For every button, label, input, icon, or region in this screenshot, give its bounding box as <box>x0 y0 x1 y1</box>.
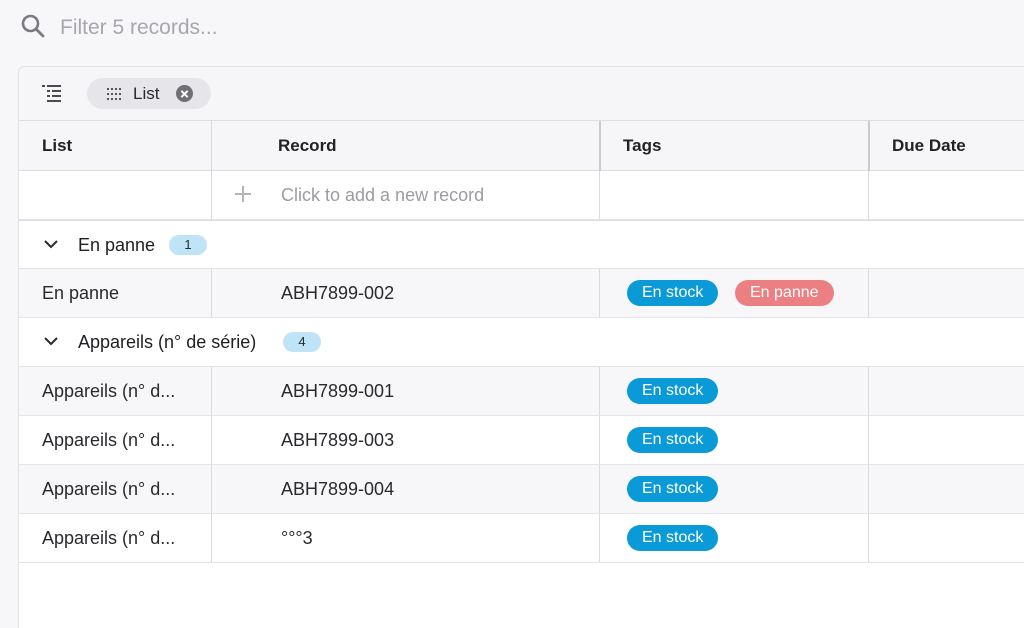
column-divider <box>599 416 600 464</box>
count-badge: 1 <box>169 235 207 255</box>
search-bar <box>0 0 1024 56</box>
column-divider <box>868 269 869 317</box>
chevron-down-icon[interactable] <box>43 238 59 250</box>
tag-en-stock[interactable]: En stock <box>627 280 719 306</box>
column-divider <box>868 465 869 513</box>
table-header: List Record Tags Due Date <box>19 121 1024 171</box>
outline-list-icon[interactable] <box>41 83 63 103</box>
column-divider <box>211 367 212 415</box>
column-divider <box>211 171 212 219</box>
tag-en-stock[interactable]: En stock <box>627 525 719 551</box>
count-badge: 4 <box>283 332 321 352</box>
column-divider <box>599 269 600 317</box>
group-header[interactable]: Appareils (n° de série) 4 <box>19 318 1024 367</box>
chevron-down-icon[interactable] <box>43 335 59 347</box>
plus-icon[interactable] <box>235 186 251 202</box>
cell-list[interactable]: Appareils (n° d... <box>42 367 207 415</box>
column-divider <box>868 367 869 415</box>
column-divider <box>868 416 869 464</box>
tag-en-stock[interactable]: En stock <box>627 378 719 404</box>
tag-en-stock[interactable]: En stock <box>627 476 719 502</box>
group-title: Appareils (n° de série) <box>78 332 257 352</box>
group-header[interactable]: En panne 1 <box>19 220 1024 269</box>
column-divider <box>868 121 870 171</box>
column-divider <box>599 171 600 219</box>
table-row[interactable]: Appareils (n° d... ABH7899-001 En stock <box>19 367 1024 416</box>
group-title: En panne <box>78 235 156 255</box>
column-header-tags[interactable]: Tags <box>623 121 661 171</box>
group-by-chip[interactable]: List <box>87 78 211 109</box>
cell-list[interactable]: Appareils (n° d... <box>42 514 207 562</box>
grip-icon <box>107 87 121 100</box>
search-input[interactable] <box>60 12 660 44</box>
cell-record[interactable]: ABH7899-003 <box>281 416 394 464</box>
add-record-label[interactable]: Click to add a new record <box>281 171 484 219</box>
column-divider <box>868 171 869 219</box>
column-divider <box>211 514 212 562</box>
tag-en-panne[interactable]: En panne <box>735 280 834 306</box>
column-divider <box>868 514 869 562</box>
toolbar: List <box>19 67 1024 121</box>
column-header-record[interactable]: Record <box>278 121 337 171</box>
column-divider <box>211 416 212 464</box>
close-icon[interactable] <box>176 85 193 102</box>
cell-list[interactable]: Appareils (n° d... <box>42 465 207 513</box>
cell-list[interactable]: En panne <box>42 269 207 317</box>
column-header-due-date[interactable]: Due Date <box>892 121 966 171</box>
column-header-list[interactable]: List <box>42 121 72 171</box>
cell-record[interactable]: ABH7899-004 <box>281 465 394 513</box>
table-row[interactable]: En panne ABH7899-002 En stock En panne <box>19 269 1024 318</box>
group-chip-label: List <box>133 83 160 103</box>
tag-en-stock[interactable]: En stock <box>627 427 719 453</box>
records-panel: List List Record Tags Due Date Click to … <box>18 66 1024 628</box>
column-divider <box>599 121 601 171</box>
cell-record[interactable]: ABH7899-002 <box>281 269 394 317</box>
table-row[interactable]: Appareils (n° d... ABH7899-003 En stock <box>19 416 1024 465</box>
column-divider <box>211 465 212 513</box>
add-record-row[interactable]: Click to add a new record <box>19 171 1024 220</box>
cell-record[interactable]: °°°3 <box>281 514 313 562</box>
column-divider <box>599 367 600 415</box>
search-icon <box>21 14 45 38</box>
table-row[interactable]: Appareils (n° d... ABH7899-004 En stock <box>19 465 1024 514</box>
column-divider <box>599 465 600 513</box>
cell-record[interactable]: ABH7899-001 <box>281 367 394 415</box>
column-divider <box>211 121 212 171</box>
column-divider <box>599 514 600 562</box>
cell-list[interactable]: Appareils (n° d... <box>42 416 207 464</box>
table-row[interactable]: Appareils (n° d... °°°3 En stock <box>19 514 1024 563</box>
column-divider <box>211 269 212 317</box>
